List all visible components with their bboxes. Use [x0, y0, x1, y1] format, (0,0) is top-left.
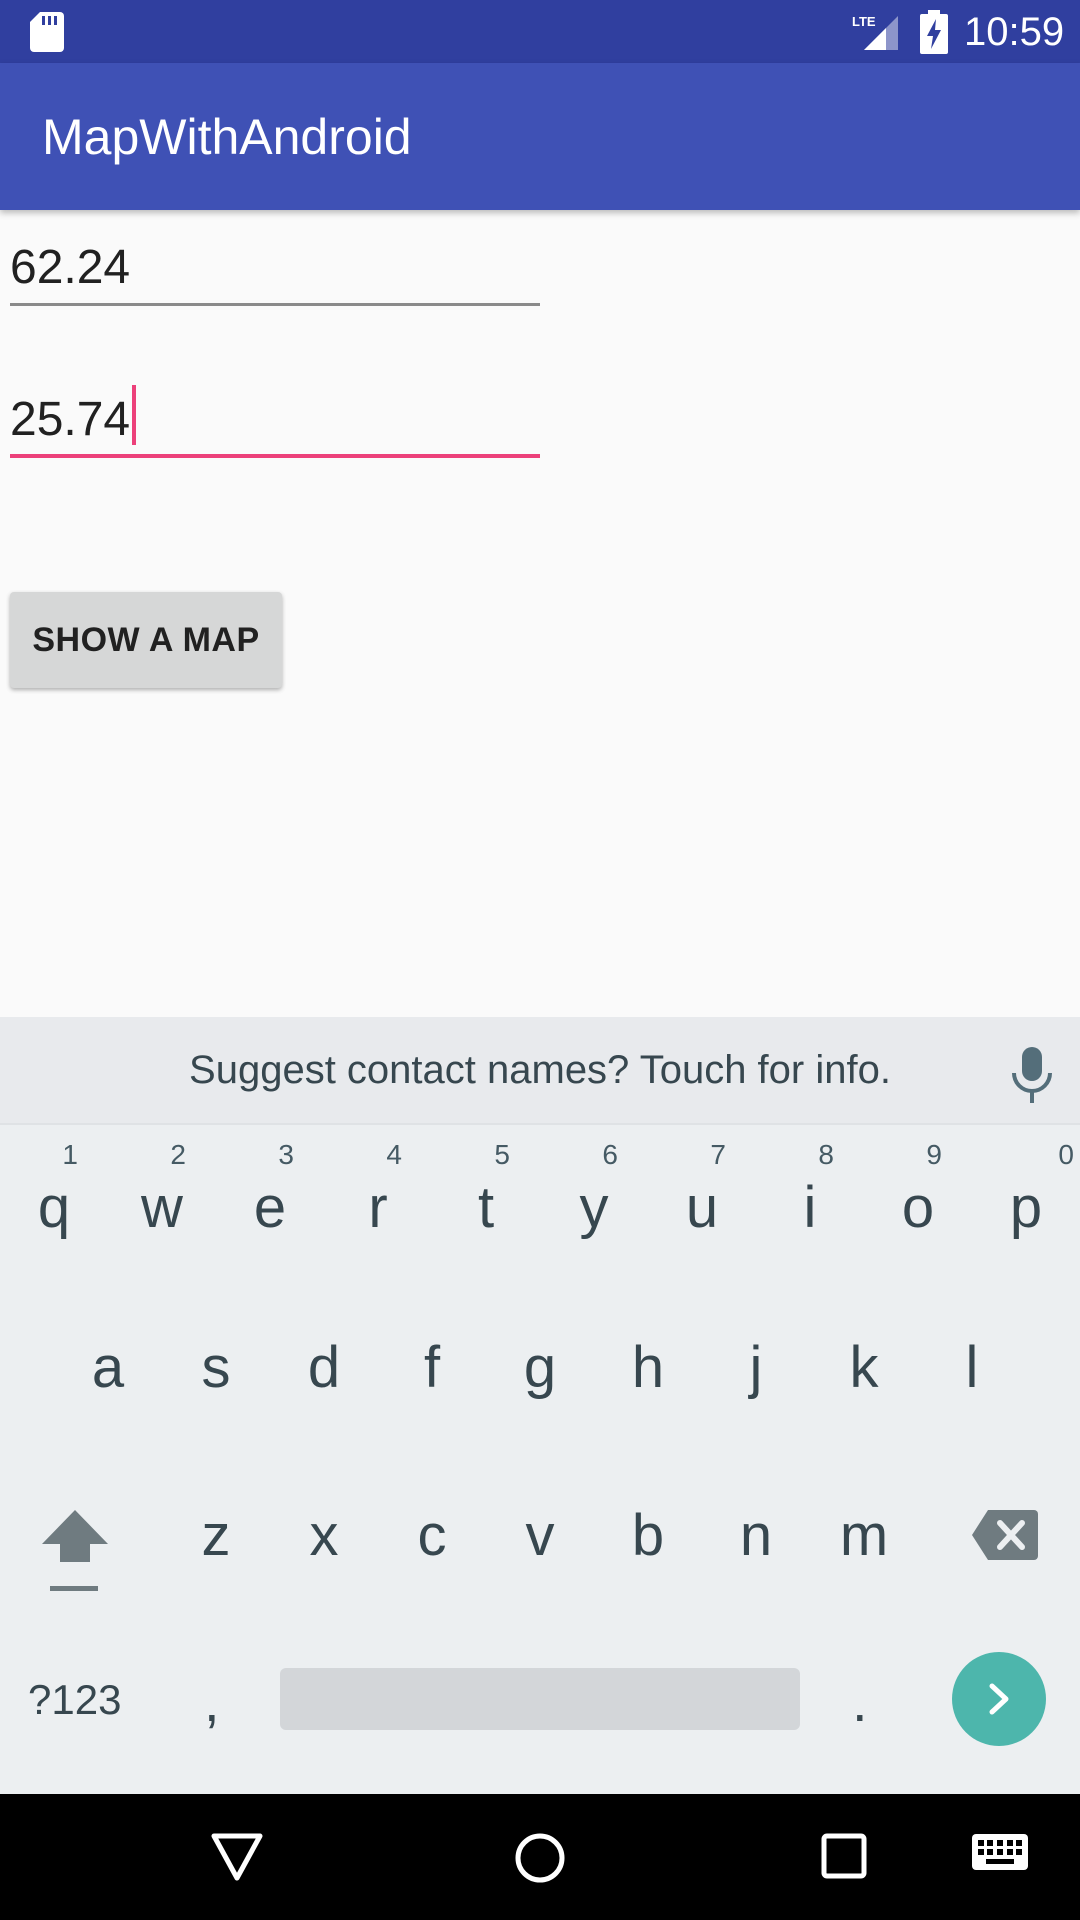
key-w-number: 2 — [170, 1139, 186, 1170]
text-cursor — [132, 385, 137, 445]
chevron-right-icon — [989, 1683, 1009, 1715]
key-d[interactable]: d — [270, 1336, 378, 1406]
key-a[interactable]: a — [54, 1336, 162, 1406]
key-y-number: 6 — [602, 1139, 618, 1170]
key-t-number: 5 — [494, 1139, 510, 1170]
longitude-text-wrap: 25.74 — [10, 385, 137, 448]
key-a-label: a — [91, 1335, 125, 1400]
key-t-label: t — [477, 1175, 495, 1240]
key-q-label: q — [37, 1175, 71, 1240]
key-r[interactable]: 4 r — [324, 1140, 432, 1250]
symbols-key[interactable]: ?123 — [28, 1670, 121, 1730]
key-w-label: w — [141, 1175, 183, 1240]
key-s[interactable]: s — [162, 1336, 270, 1406]
comma-key[interactable]: , — [204, 1672, 220, 1732]
key-i[interactable]: 8 i — [756, 1140, 864, 1250]
key-q[interactable]: 1 q — [0, 1140, 108, 1250]
key-g-label: g — [523, 1335, 557, 1400]
key-l[interactable]: l — [918, 1336, 1026, 1406]
key-x[interactable]: x — [270, 1504, 378, 1574]
key-r-label: r — [368, 1175, 388, 1240]
key-b[interactable]: b — [594, 1504, 702, 1574]
network-label: LTE — [852, 14, 876, 29]
key-b-label: b — [631, 1503, 665, 1568]
keyboard-switch-icon[interactable] — [972, 1834, 1028, 1874]
key-z[interactable]: z — [162, 1504, 270, 1574]
key-x-label: x — [309, 1503, 339, 1568]
key-v[interactable]: v — [486, 1504, 594, 1574]
recents-icon[interactable] — [820, 1832, 868, 1880]
key-k[interactable]: k — [810, 1336, 918, 1406]
key-m[interactable]: m — [810, 1504, 918, 1574]
suggestion-text[interactable]: Suggest contact names? Touch for info. — [0, 1045, 1080, 1095]
key-t[interactable]: 5 t — [432, 1140, 540, 1250]
period-key[interactable]: . — [852, 1672, 868, 1732]
key-g[interactable]: g — [486, 1336, 594, 1406]
latitude-underline — [10, 303, 540, 306]
key-e[interactable]: 3 e — [216, 1140, 324, 1250]
longitude-value: 25.74 — [10, 393, 131, 446]
key-w[interactable]: 2 w — [108, 1140, 216, 1250]
key-d-label: d — [307, 1335, 341, 1400]
latitude-value: 62.24 — [10, 241, 131, 294]
key-y[interactable]: 6 y — [540, 1140, 648, 1250]
key-e-number: 3 — [278, 1139, 294, 1170]
navigation-bar — [0, 1794, 1080, 1920]
battery-charging-icon — [920, 10, 948, 54]
backspace-icon[interactable] — [972, 1510, 1038, 1560]
key-i-number: 8 — [818, 1139, 834, 1170]
shift-icon[interactable] — [42, 1510, 108, 1594]
key-u-label: u — [685, 1175, 719, 1240]
lte-signal-icon: LTE — [852, 14, 898, 50]
key-i-label: i — [803, 1175, 817, 1240]
space-bar[interactable] — [280, 1668, 800, 1730]
status-bar: LTE 10:59 — [0, 0, 1080, 63]
home-icon[interactable] — [514, 1832, 566, 1884]
key-k-label: k — [849, 1335, 879, 1400]
key-p[interactable]: 0 p — [972, 1140, 1080, 1250]
show-map-button[interactable]: SHOW A MAP — [10, 592, 282, 688]
key-c[interactable]: c — [378, 1504, 486, 1574]
key-j-label: j — [749, 1335, 763, 1400]
key-u-number: 7 — [710, 1139, 726, 1170]
suggestion-strip[interactable]: Suggest contact names? Touch for info. — [0, 1017, 1080, 1125]
key-o[interactable]: 9 o — [864, 1140, 972, 1250]
key-h[interactable]: h — [594, 1336, 702, 1406]
app-bar: MapWithAndroid — [0, 63, 1080, 210]
key-n-label: n — [739, 1503, 773, 1568]
next-button[interactable] — [952, 1652, 1046, 1746]
key-c-label: c — [417, 1503, 447, 1568]
key-u[interactable]: 7 u — [648, 1140, 756, 1250]
sd-card-icon — [30, 12, 64, 52]
key-f-label: f — [423, 1335, 441, 1400]
key-o-number: 9 — [926, 1139, 942, 1170]
key-y-label: y — [579, 1175, 609, 1240]
key-q-number: 1 — [62, 1139, 78, 1170]
key-v-label: v — [525, 1503, 555, 1568]
key-l-label: l — [965, 1335, 979, 1400]
key-o-label: o — [901, 1175, 935, 1240]
key-p-label: p — [1009, 1175, 1043, 1240]
key-z-label: z — [201, 1503, 231, 1568]
app-title: MapWithAndroid — [42, 109, 412, 165]
key-e-label: e — [253, 1175, 287, 1240]
key-f[interactable]: f — [378, 1336, 486, 1406]
key-h-label: h — [631, 1335, 665, 1400]
microphone-icon[interactable] — [1010, 1047, 1054, 1103]
key-m-label: m — [839, 1503, 889, 1568]
key-j[interactable]: j — [702, 1336, 810, 1406]
back-icon[interactable] — [210, 1832, 264, 1882]
latitude-input[interactable]: 62.24 — [10, 226, 540, 306]
longitude-input[interactable]: 25.74 — [10, 378, 540, 458]
key-r-number: 4 — [386, 1139, 402, 1170]
key-n[interactable]: n — [702, 1504, 810, 1574]
key-p-number: 0 — [1058, 1139, 1074, 1170]
status-clock: 10:59 — [964, 10, 1065, 54]
longitude-underline — [10, 454, 540, 458]
key-s-label: s — [201, 1335, 231, 1400]
